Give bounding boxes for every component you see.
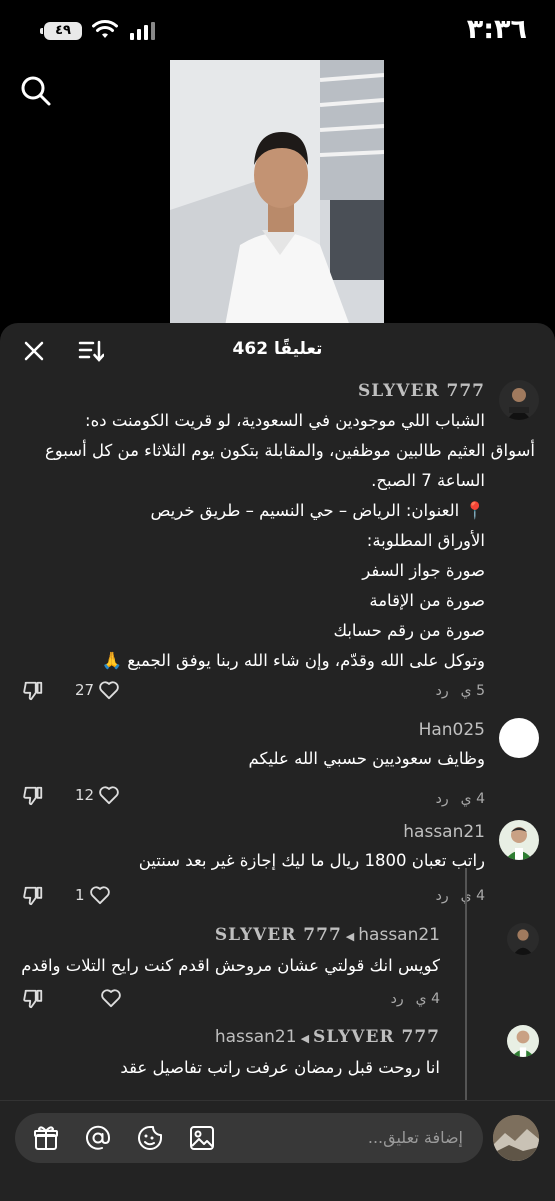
avatar-image bbox=[507, 1025, 539, 1057]
comment-time: 5 ي bbox=[460, 683, 485, 699]
comment-reply-item: hassan21 ◀ SLYVER 777 انا روحت قبل رمضان ع… bbox=[0, 1025, 555, 1105]
like-button[interactable]: 27 bbox=[75, 680, 120, 700]
comment-item: Han025 وظايف سعوديين حسبي الله عليكم 4 ي… bbox=[0, 716, 555, 811]
comment-text: الشباب اللي موجودين في السعودية، لو قريت… bbox=[20, 406, 535, 676]
comment-meta: 5 ي رد bbox=[436, 683, 485, 699]
comment-line: صورة من رقم حسابك bbox=[333, 621, 485, 640]
heart-icon bbox=[99, 786, 119, 805]
battery-icon: ٤٩ bbox=[40, 22, 82, 40]
like-count: 27 bbox=[75, 681, 95, 699]
reply-button[interactable]: رد bbox=[391, 991, 404, 1007]
like-button[interactable] bbox=[100, 988, 122, 1008]
search-icon[interactable] bbox=[20, 75, 52, 107]
comment-username[interactable]: SLYVER 777 bbox=[358, 381, 485, 401]
comment-line: الشباب اللي موجودين في السعودية، لو قريت… bbox=[85, 411, 485, 430]
image-icon[interactable] bbox=[189, 1125, 215, 1151]
comment-line: صورة من الإقامة bbox=[369, 591, 485, 610]
comments-panel: 462 تعليقًا SLYVER 777 الشباب اللي موجود… bbox=[0, 323, 555, 1200]
avatar-image bbox=[493, 1115, 539, 1161]
gift-icon[interactable] bbox=[33, 1125, 59, 1151]
avatar[interactable] bbox=[507, 923, 539, 955]
comment-text: كويس انك قولتي عشان مروحش اقدم كنت رايح … bbox=[21, 956, 440, 975]
comment-text: وظايف سعوديين حسبي الله عليكم bbox=[248, 749, 485, 768]
emoji-icon[interactable] bbox=[137, 1125, 163, 1151]
avatar[interactable] bbox=[499, 380, 539, 420]
avatar[interactable] bbox=[499, 718, 539, 758]
comment-input-placeholder: إضافة تعليق... bbox=[367, 1128, 463, 1147]
reply-button[interactable]: رد bbox=[436, 888, 449, 904]
comment-input-bar: إضافة تعليق... bbox=[0, 1100, 555, 1201]
comment-text: راتب تعبان 1800 ريال ما ليك إجازة غير بع… bbox=[138, 851, 485, 870]
comment-reply-item: SLYVER 777 ◀ hassan21 كويس انك قولتي عشان … bbox=[0, 923, 555, 1023]
signal-icon bbox=[130, 22, 155, 40]
avatar[interactable] bbox=[507, 1025, 539, 1057]
dislike-icon[interactable] bbox=[22, 885, 44, 907]
dislike-icon[interactable] bbox=[22, 785, 44, 807]
comment-line: 📍 العنوان: الرياض – حي النسيم – طريق خري… bbox=[150, 501, 485, 520]
wifi-icon bbox=[92, 20, 118, 38]
comment-meta: 4 ي رد bbox=[391, 991, 440, 1007]
comment-time: 4 ي bbox=[460, 791, 485, 807]
comment-item: hassan21 راتب تعبان 1800 ريال ما ليك إجا… bbox=[0, 820, 555, 915]
comment-username[interactable]: hassan21 bbox=[358, 925, 440, 945]
reply-button[interactable]: رد bbox=[436, 683, 449, 699]
heart-icon bbox=[99, 681, 119, 700]
reply-arrow-icon: ◀ bbox=[345, 930, 355, 943]
heart-icon bbox=[101, 989, 121, 1008]
like-count: 1 bbox=[75, 886, 85, 904]
comment-meta: 4 ي رد bbox=[436, 791, 485, 807]
dislike-icon[interactable] bbox=[22, 988, 44, 1010]
heart-icon bbox=[89, 886, 110, 905]
comment-meta: 4 ي رد bbox=[436, 888, 485, 904]
comment-time: 4 ي bbox=[415, 991, 440, 1007]
current-user-avatar bbox=[493, 1115, 539, 1161]
comment-line: الساعة 7 الصبح. bbox=[371, 471, 485, 490]
avatar[interactable] bbox=[499, 820, 539, 860]
avatar-image bbox=[499, 380, 539, 420]
comment-input[interactable]: إضافة تعليق... bbox=[15, 1113, 483, 1163]
dislike-icon[interactable] bbox=[22, 680, 44, 702]
like-count: 12 bbox=[75, 786, 95, 804]
comment-username-line: SLYVER 777 ◀ hassan21 bbox=[215, 925, 440, 945]
comments-count: 462 تعليقًا bbox=[232, 339, 323, 359]
comment-line: أسواق العثيم طالبين موظفين، والمقابلة بت… bbox=[44, 441, 535, 460]
like-button[interactable]: 12 bbox=[75, 785, 120, 805]
video-frame-image bbox=[170, 60, 384, 326]
avatar-image bbox=[499, 820, 539, 860]
reply-arrow-icon: ◀ bbox=[300, 1032, 310, 1045]
mention-icon[interactable] bbox=[85, 1125, 111, 1151]
status-bar: ٣:٣٦ ٤٩ bbox=[0, 0, 555, 60]
reply-to-username[interactable]: SLYVER 777 bbox=[215, 925, 342, 945]
comment-username-line: hassan21 ◀ SLYVER 777 bbox=[215, 1027, 440, 1047]
comment-line: وتوكل على الله وقدّم، وإن شاء الله ربنا … bbox=[101, 651, 485, 670]
like-button[interactable]: 1 bbox=[75, 885, 111, 905]
comment-item: SLYVER 777 الشباب اللي موجودين في السعود… bbox=[0, 378, 555, 708]
comment-username[interactable]: Han025 bbox=[419, 720, 485, 740]
video-thumbnail[interactable] bbox=[170, 60, 384, 326]
comment-username[interactable]: SLYVER 777 bbox=[313, 1027, 440, 1047]
comment-line: صورة جواز السفر bbox=[362, 561, 485, 580]
comment-username[interactable]: hassan21 bbox=[403, 822, 485, 842]
status-time: ٣:٣٦ bbox=[466, 14, 527, 45]
reply-button[interactable]: رد bbox=[436, 791, 449, 807]
comment-line: الأوراق المطلوبة: bbox=[366, 531, 485, 550]
comment-text: انا روحت قبل رمضان عرفت راتب تفاصيل عقد bbox=[120, 1058, 440, 1077]
avatar-image bbox=[507, 923, 539, 955]
comments-header: 462 تعليقًا bbox=[0, 323, 555, 378]
reply-to-username[interactable]: hassan21 bbox=[215, 1027, 297, 1047]
